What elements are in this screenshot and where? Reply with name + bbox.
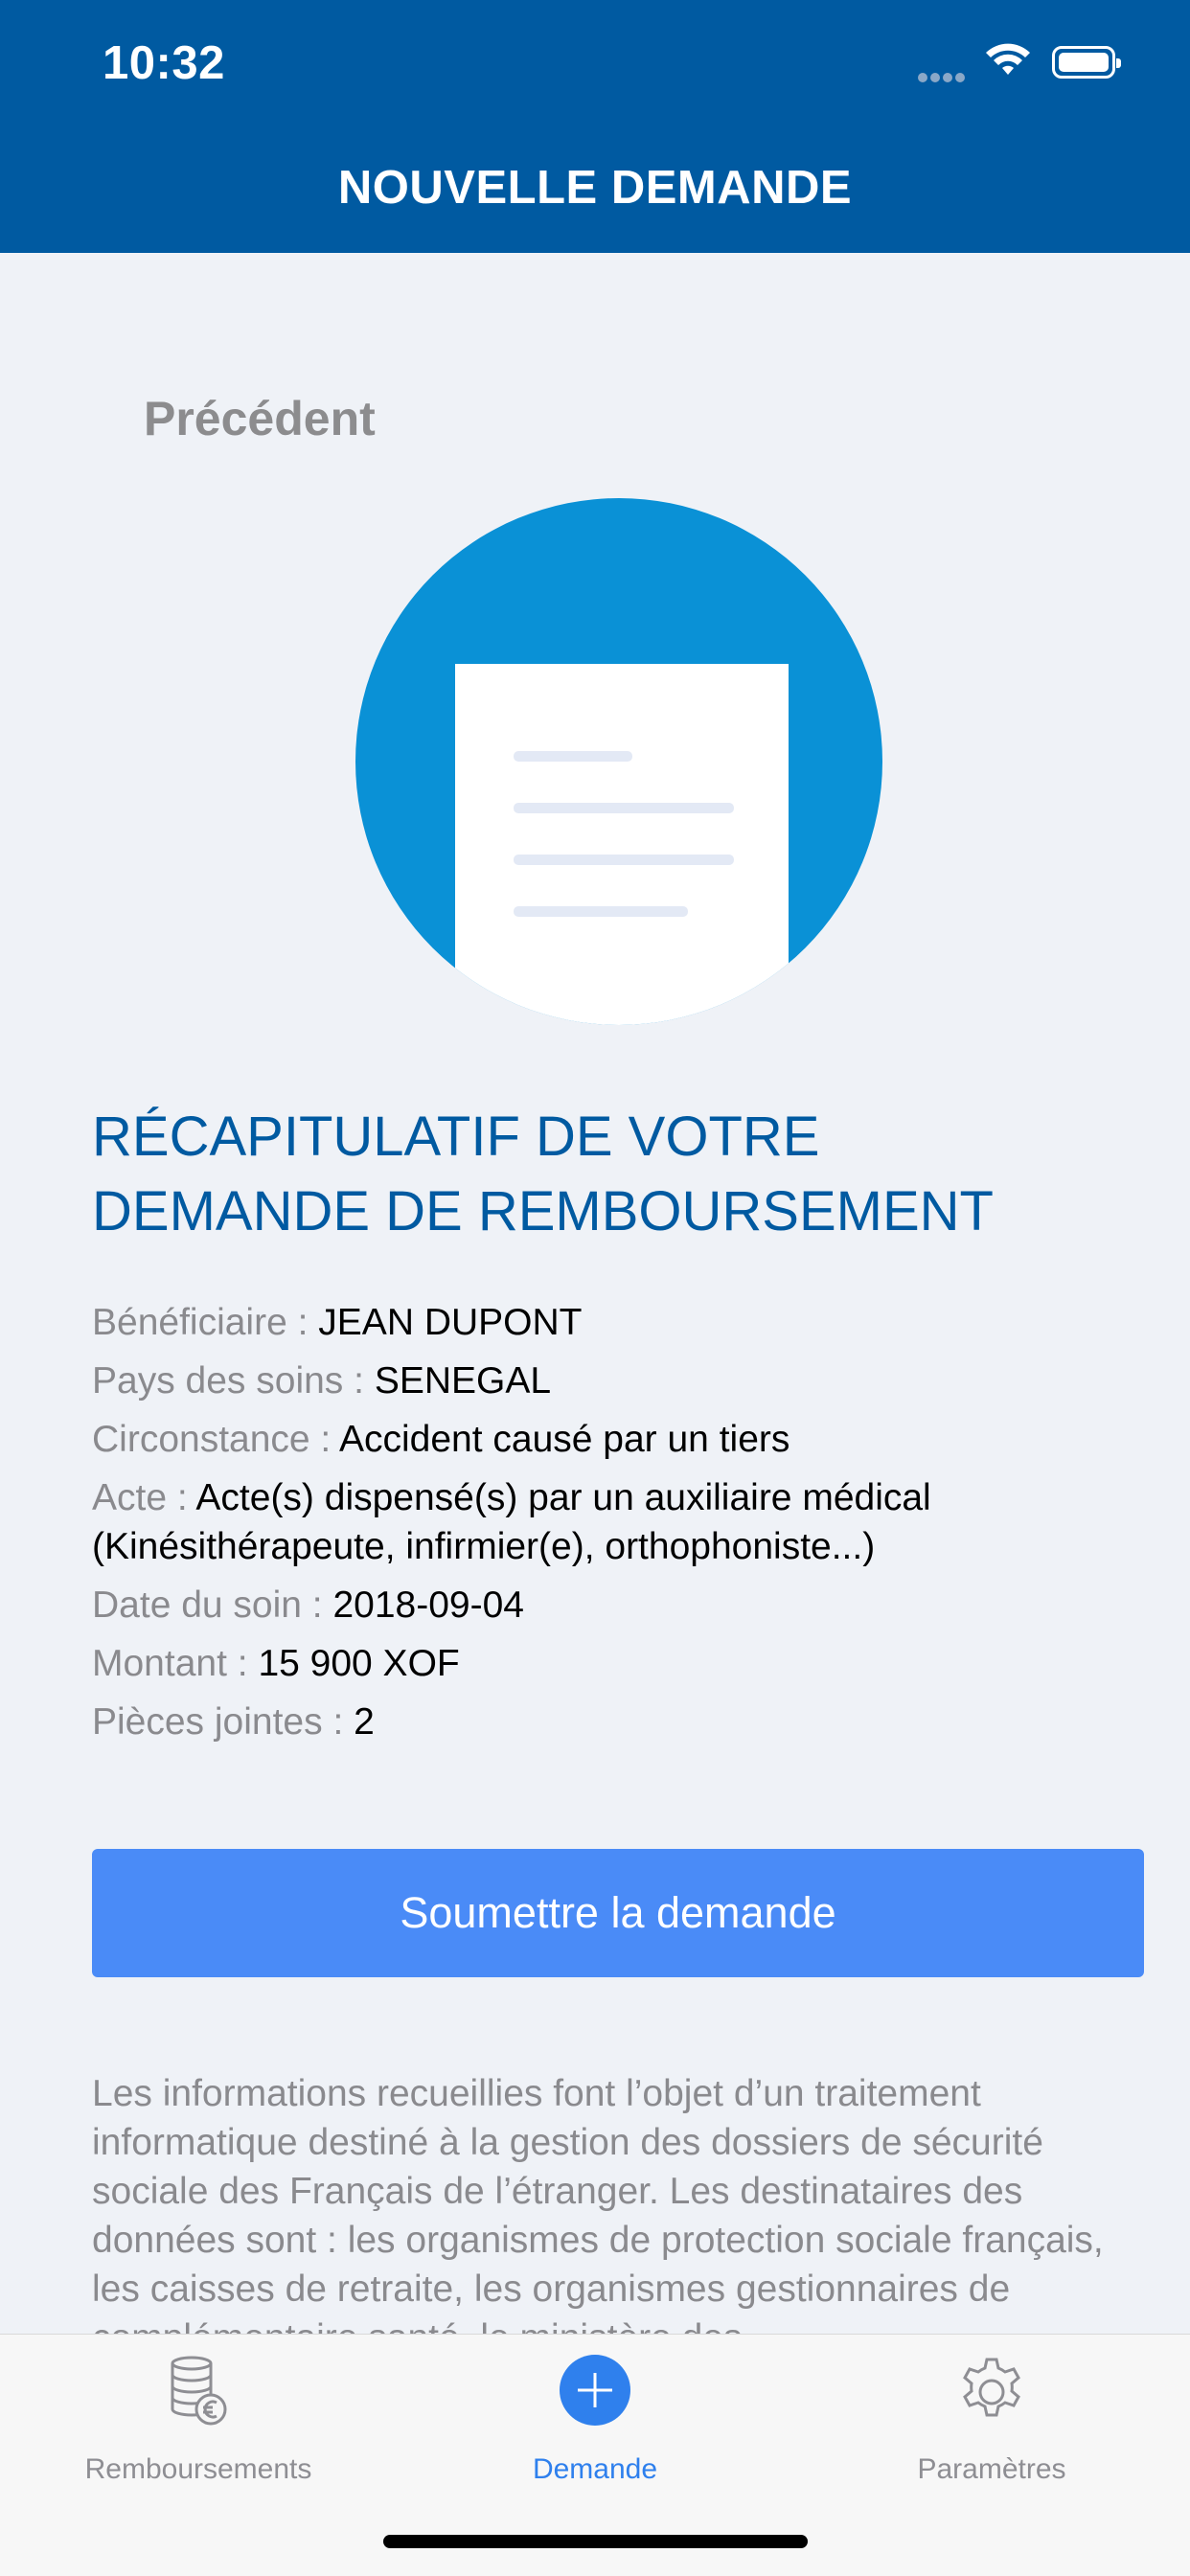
detail-montant: Montant : 15 900 XOF (92, 1639, 1156, 1688)
tab-label: Demande (532, 2453, 658, 2485)
detail-label: Acte : (92, 1477, 196, 1518)
tab-demande[interactable]: Demande (397, 2335, 793, 2507)
recap-title-line2: DEMANDE DE REMBOURSEMENT (92, 1180, 994, 1242)
detail-value: JEAN DUPONT (318, 1302, 583, 1343)
detail-value: 2 (354, 1701, 375, 1743)
detail-label: Montant : (92, 1643, 259, 1684)
nav-header: 10:32 NOUVELLE DEMANDE (0, 0, 1190, 253)
plus-circle-icon (560, 2355, 630, 2426)
cellular-signal-icon (918, 70, 968, 87)
recap-details: Bénéficiaire : JEAN DUPONT Pays des soin… (92, 1298, 1156, 1756)
gear-icon (963, 2358, 1020, 2417)
detail-value: Accident causé par un tiers (338, 1419, 790, 1460)
detail-value: SENEGAL (374, 1360, 552, 1402)
back-button[interactable]: Précédent (144, 391, 376, 446)
page-title: NOUVELLE DEMANDE (337, 162, 853, 214)
detail-label: Bénéficiaire : (92, 1302, 319, 1343)
detail-label: Date du soin : (92, 1584, 333, 1626)
battery-icon (1052, 46, 1121, 79)
tab-label: Paramètres (917, 2453, 1066, 2485)
status-time: 10:32 (103, 37, 225, 89)
detail-circonstance: Circonstance : Accident causé par un tie… (92, 1415, 1156, 1464)
detail-value: 2018-09-04 (332, 1584, 524, 1626)
tab-parametres[interactable]: Paramètres (793, 2335, 1190, 2507)
submit-button[interactable]: Soumettre la demande (92, 1849, 1144, 1977)
recap-title-line1: RÉCAPITULATIF DE VOTRE (92, 1106, 820, 1168)
detail-pays: Pays des soins : SENEGAL (92, 1356, 1156, 1405)
detail-pieces: Pièces jointes : 2 (92, 1698, 1156, 1746)
recap-title: RÉCAPITULATIF DE VOTRE DEMANDE DE REMBOU… (92, 1100, 1127, 1249)
wifi-icon (986, 43, 1030, 75)
detail-value: 15 900 XOF (258, 1643, 460, 1684)
detail-date: Date du soin : 2018-09-04 (92, 1581, 1156, 1630)
detail-beneficiaire: Bénéficiaire : JEAN DUPONT (92, 1298, 1156, 1347)
tab-label: Remboursements (84, 2453, 312, 2485)
document-icon (355, 498, 882, 1025)
detail-label: Circonstance : (92, 1419, 339, 1460)
detail-acte: Acte : Acte(s) dispensé(s) par un auxili… (92, 1473, 1156, 1571)
detail-label: Pays des soins : (92, 1360, 375, 1402)
home-indicator (383, 2535, 808, 2548)
detail-label: Pièces jointes : (92, 1701, 355, 1743)
detail-value: Acte(s) dispensé(s) par un auxiliaire mé… (92, 1477, 931, 1567)
legal-notice: Les informations recueillies font l’obje… (92, 2073, 1104, 2334)
coins-euro-icon (171, 2356, 227, 2426)
tab-remboursements[interactable]: Remboursements (0, 2335, 397, 2507)
